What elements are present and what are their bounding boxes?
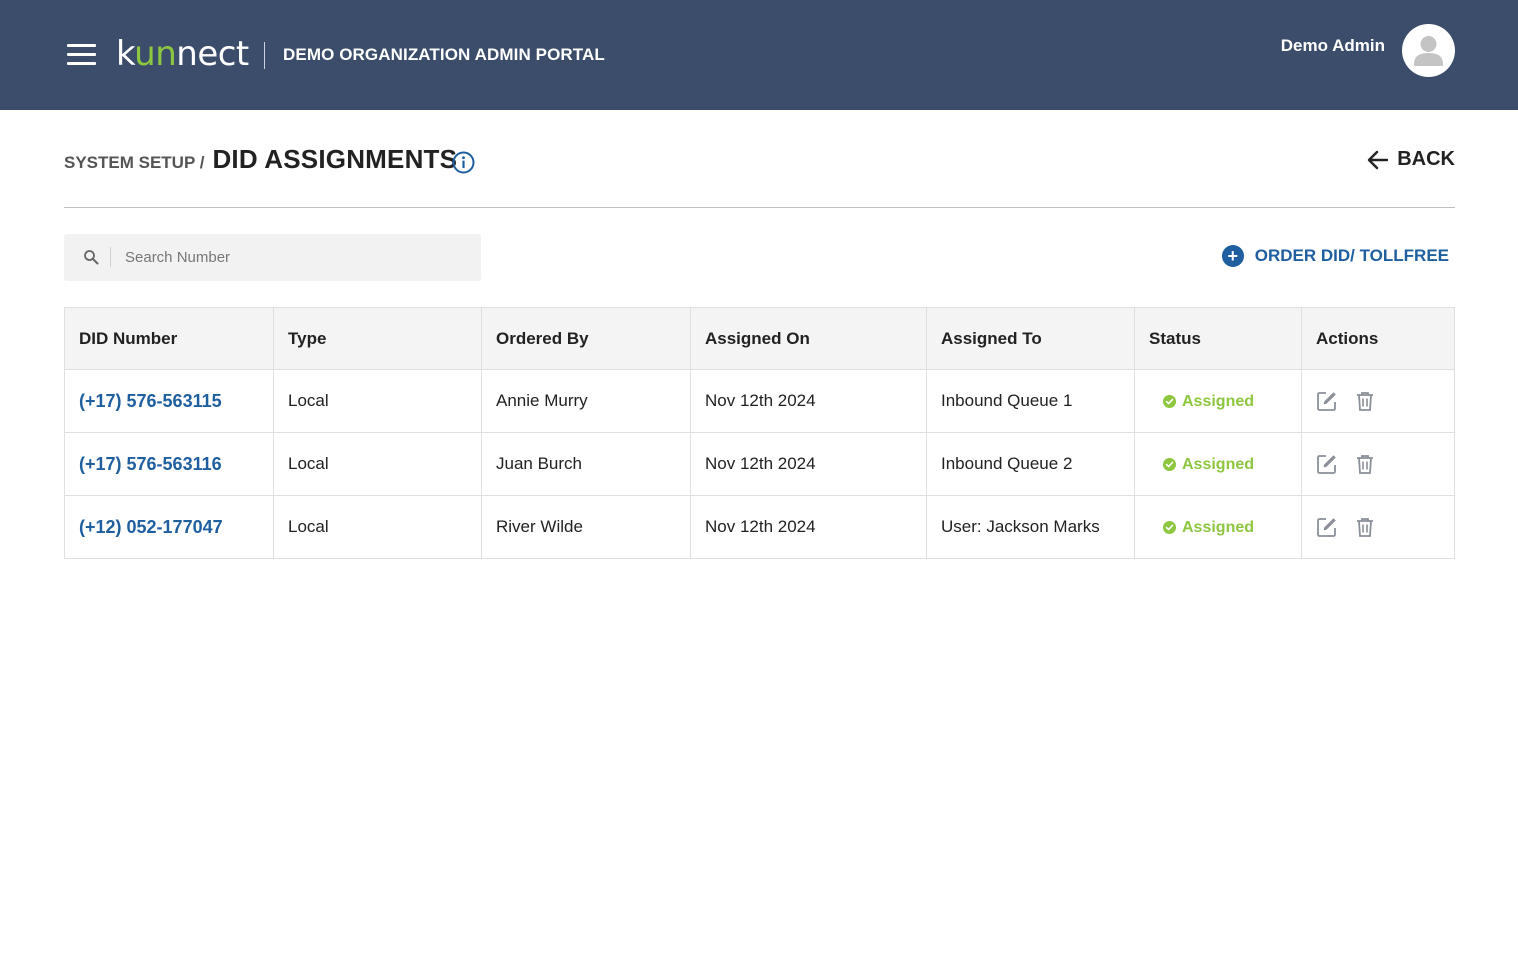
breadcrumb: SYSTEM SETUP / DID ASSIGNMENTS bbox=[64, 144, 457, 175]
ordered-by-cell: River Wilde bbox=[481, 495, 691, 559]
edit-icon[interactable] bbox=[1316, 390, 1338, 412]
search-input[interactable] bbox=[125, 234, 465, 281]
edit-icon[interactable] bbox=[1316, 453, 1338, 475]
status-badge: Assigned bbox=[1163, 393, 1254, 411]
did-table: DID Number Type Ordered By Assigned On A… bbox=[64, 307, 1455, 559]
type-cell: Local bbox=[273, 369, 482, 433]
did-number-cell: (+17) 576-563116 bbox=[64, 432, 274, 496]
actions-cell bbox=[1301, 495, 1455, 559]
column-header-status[interactable]: Status bbox=[1134, 307, 1302, 370]
hamburger-menu-icon[interactable] bbox=[67, 44, 96, 66]
table-row: (+12) 052-177047 Local River Wilde Nov 1… bbox=[64, 495, 1455, 559]
back-button[interactable]: BACK bbox=[1367, 148, 1455, 171]
assigned-on-cell: Nov 12th 2024 bbox=[690, 369, 927, 433]
assigned-on-cell: Nov 12th 2024 bbox=[690, 495, 927, 559]
assigned-to-cell: User: Jackson Marks bbox=[926, 495, 1135, 559]
logo-text-pre: k bbox=[116, 34, 135, 74]
arrow-left-icon bbox=[1368, 150, 1389, 169]
logo[interactable]: kunnect bbox=[116, 34, 249, 74]
type-cell: Local bbox=[273, 495, 482, 559]
trash-icon[interactable] bbox=[1354, 516, 1376, 538]
type-cell: Local bbox=[273, 432, 482, 496]
did-number-link[interactable]: (+12) 052-177047 bbox=[79, 517, 223, 537]
column-header-actions: Actions bbox=[1301, 307, 1455, 370]
actions-cell bbox=[1301, 432, 1455, 496]
check-circle-icon bbox=[1163, 521, 1176, 534]
status-text: Assigned bbox=[1182, 518, 1255, 536]
column-header-type[interactable]: Type bbox=[273, 307, 482, 370]
page-title: DID ASSIGNMENTS bbox=[212, 144, 458, 174]
info-icon[interactable] bbox=[452, 151, 475, 174]
column-header-assigned-to[interactable]: Assigned To bbox=[926, 307, 1135, 370]
assigned-to-cell: Inbound Queue 2 bbox=[926, 432, 1135, 496]
status-text: Assigned bbox=[1182, 455, 1255, 473]
order-did-label: ORDER DID/ TOLLFREE bbox=[1254, 246, 1449, 265]
logo-text-post: nect bbox=[176, 34, 249, 74]
status-badge: Assigned bbox=[1163, 456, 1254, 474]
check-circle-icon bbox=[1163, 395, 1176, 408]
divider bbox=[64, 207, 1455, 208]
edit-icon[interactable] bbox=[1316, 516, 1338, 538]
ordered-by-cell: Juan Burch bbox=[481, 432, 691, 496]
assigned-to-cell: Inbound Queue 1 bbox=[926, 369, 1135, 433]
status-cell: Assigned bbox=[1134, 432, 1302, 496]
trash-icon[interactable] bbox=[1354, 453, 1376, 475]
status-cell: Assigned bbox=[1134, 495, 1302, 559]
search-separator bbox=[110, 247, 111, 267]
status-cell: Assigned bbox=[1134, 369, 1302, 433]
top-bar: kunnect DEMO ORGANIZATION ADMIN PORTAL D… bbox=[0, 0, 1518, 110]
search-icon bbox=[84, 250, 99, 265]
logo-text-accent: un bbox=[134, 34, 177, 74]
table-row: (+17) 576-563116 Local Juan Burch Nov 12… bbox=[64, 432, 1455, 496]
header-divider bbox=[264, 42, 265, 69]
status-badge: Assigned bbox=[1163, 519, 1254, 537]
status-text: Assigned bbox=[1182, 392, 1255, 410]
did-number-link[interactable]: (+17) 576-563116 bbox=[79, 454, 222, 474]
did-number-link[interactable]: (+17) 576-563115 bbox=[79, 391, 222, 411]
column-header-did-number[interactable]: DID Number bbox=[64, 307, 274, 370]
assigned-on-cell: Nov 12th 2024 bbox=[690, 432, 927, 496]
table-header-row: DID Number Type Ordered By Assigned On A… bbox=[64, 307, 1455, 370]
user-name[interactable]: Demo Admin bbox=[1281, 36, 1385, 56]
trash-icon[interactable] bbox=[1354, 390, 1376, 412]
breadcrumb-parent[interactable]: SYSTEM SETUP / bbox=[64, 153, 204, 173]
user-avatar-icon[interactable] bbox=[1402, 24, 1455, 77]
plus-circle-icon: + bbox=[1221, 245, 1244, 267]
table-row: (+17) 576-563115 Local Annie Murry Nov 1… bbox=[64, 369, 1455, 433]
did-number-cell: (+12) 052-177047 bbox=[64, 495, 274, 559]
order-did-button[interactable]: + ORDER DID/ TOLLFREE bbox=[1221, 245, 1449, 267]
actions-cell bbox=[1301, 369, 1455, 433]
back-label: BACK bbox=[1397, 148, 1455, 170]
search-box bbox=[64, 234, 481, 281]
column-header-ordered-by[interactable]: Ordered By bbox=[481, 307, 691, 370]
check-circle-icon bbox=[1163, 458, 1176, 471]
column-header-assigned-on[interactable]: Assigned On bbox=[690, 307, 927, 370]
did-number-cell: (+17) 576-563115 bbox=[64, 369, 274, 433]
portal-title: DEMO ORGANIZATION ADMIN PORTAL bbox=[283, 45, 605, 64]
ordered-by-cell: Annie Murry bbox=[481, 369, 691, 433]
